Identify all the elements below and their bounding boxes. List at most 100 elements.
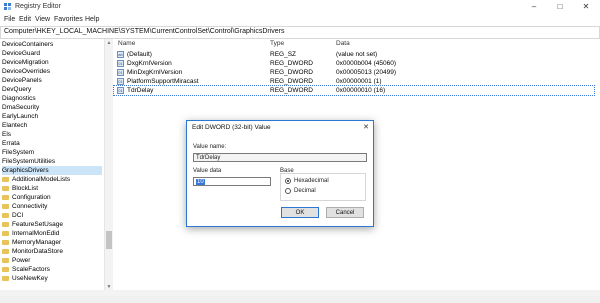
key-tree[interactable]: DeviceContainers DeviceGuard DeviceMigra…: [0, 39, 105, 291]
value-data: 0x00000001 (1): [336, 78, 382, 85]
tree-item-graphicsdrivers[interactable]: GraphicsDrivers: [2, 166, 102, 175]
tree-item[interactable]: DeviceMigration: [2, 58, 49, 67]
minimize-button[interactable]: –: [523, 0, 545, 14]
column-header-type[interactable]: Type: [270, 40, 284, 47]
value-name-field[interactable]: TdrDelay: [193, 153, 367, 162]
dialog-title-bar[interactable]: Edit DWORD (32-bit) Value ✕: [187, 121, 373, 134]
tree-item[interactable]: Els: [2, 130, 11, 139]
value-type: REG_DWORD: [270, 69, 313, 76]
hexadecimal-label[interactable]: Hexadecimal: [294, 178, 329, 184]
value-data-field[interactable]: 10: [193, 177, 271, 186]
value-name-label: Value name:: [193, 144, 227, 150]
tree-child[interactable]: Configuration: [2, 193, 51, 202]
tree-child[interactable]: Power: [2, 256, 30, 265]
tree-item[interactable]: FileSystemUtilities: [2, 157, 55, 166]
tree-child[interactable]: InternalMonEdid: [2, 229, 59, 238]
tree-child-label: FeatureSetUsage: [12, 221, 63, 228]
address-bar[interactable]: Computer\HKEY_LOCAL_MACHINE\SYSTEM\Curre…: [0, 26, 600, 39]
tree-child[interactable]: AdditionalModeLists: [2, 175, 70, 184]
value-data: 0x00005013 (20499): [336, 69, 396, 76]
folder-icon: [2, 194, 9, 200]
column-header-data[interactable]: Data: [336, 40, 350, 47]
tree-item[interactable]: DeviceOverrides: [2, 67, 50, 76]
tree-child-label: DCI: [12, 212, 24, 219]
cancel-button[interactable]: Cancel: [326, 207, 364, 218]
tree-child[interactable]: MemoryManager: [2, 238, 61, 247]
folder-icon: [2, 239, 9, 245]
tree-child[interactable]: FeatureSetUsage: [2, 220, 63, 229]
value-data: 0x0000b004 (45060): [336, 60, 396, 67]
tree-child[interactable]: ScaleFactors: [2, 265, 50, 274]
tree-child-label: AdditionalModeLists: [12, 176, 71, 183]
tree-item[interactable]: DevicePanels: [2, 76, 42, 85]
folder-icon: [2, 203, 9, 209]
folder-icon: [2, 230, 9, 236]
string-value-icon: ab: [117, 51, 124, 58]
tree-item[interactable]: Diagnostics: [2, 94, 36, 103]
dialog-close-icon[interactable]: ✕: [363, 123, 369, 131]
menu-help[interactable]: Help: [85, 16, 99, 23]
tree-item[interactable]: DevQuery: [2, 85, 31, 94]
value-row[interactable]: 01 PlatformSupportMiracast REG_DWORD 0x0…: [114, 77, 594, 86]
binary-value-icon: 01: [117, 60, 124, 67]
value-type: REG_DWORD: [270, 60, 313, 67]
tree-child[interactable]: DCI: [2, 211, 23, 220]
scroll-thumb[interactable]: [106, 231, 112, 249]
status-bar: [0, 296, 600, 303]
tree-child-label: ScaleFactors: [12, 266, 50, 273]
tree-child-label: MemoryManager: [12, 239, 62, 246]
tree-item[interactable]: DeviceGuard: [2, 49, 40, 58]
tree-child[interactable]: BlockList: [2, 184, 38, 193]
folder-icon: [2, 176, 9, 182]
address-path[interactable]: Computer\HKEY_LOCAL_MACHINE\SYSTEM\Curre…: [4, 28, 284, 35]
folder-icon: [2, 185, 9, 191]
value-type: REG_DWORD: [270, 87, 313, 94]
ok-button[interactable]: OK: [281, 207, 319, 218]
tree-child-label: Connectivity: [12, 203, 48, 210]
menu-bar: File Edit View Favorites Help: [0, 14, 600, 25]
tree-child-label: InternalMonEdid: [12, 230, 60, 237]
value-row[interactable]: 01 MinDxgKrnlVersion REG_DWORD 0x0000501…: [114, 68, 594, 77]
decimal-label[interactable]: Decimal: [294, 188, 316, 194]
tree-item[interactable]: Errata: [2, 139, 20, 148]
window-title: Registry Editor: [15, 3, 61, 10]
tree-child[interactable]: Connectivity: [2, 202, 47, 211]
value-name: TdrDelay: [127, 87, 154, 94]
value-row[interactable]: 01 DxgKrnlVersion REG_DWORD 0x0000b004 (…: [114, 59, 594, 68]
folder-icon: [2, 275, 9, 281]
scroll-up-icon[interactable]: ▲: [105, 39, 113, 47]
maximize-button[interactable]: □: [549, 0, 571, 14]
folder-icon: [2, 257, 9, 263]
value-name: DxgKrnlVersion: [127, 60, 172, 67]
value-data: (value not set): [336, 51, 378, 58]
value-row[interactable]: ab (Default) REG_SZ (value not set): [114, 50, 594, 59]
value-data: 0x00000010 (16): [336, 87, 386, 94]
value-type: REG_SZ: [270, 51, 297, 58]
tree-child[interactable]: UseNewKey: [2, 274, 48, 283]
tree-item[interactable]: FileSystem: [2, 148, 34, 157]
menu-file[interactable]: File: [4, 16, 15, 23]
menu-edit[interactable]: Edit: [19, 16, 31, 23]
column-header-name[interactable]: Name: [118, 40, 135, 47]
close-button[interactable]: ✕: [575, 0, 597, 14]
menu-favorites[interactable]: Favorites: [54, 16, 83, 23]
value-name: MinDxgKrnlVersion: [127, 69, 183, 76]
value-data-text: 10: [196, 179, 205, 185]
value-row-selected[interactable]: 01 TdrDelay REG_DWORD 0x00000010 (16): [113, 85, 595, 96]
tree-scrollbar[interactable]: ▲ ▼: [105, 39, 113, 291]
title-bar: Registry Editor – □ ✕: [0, 0, 600, 15]
decimal-radio[interactable]: [285, 188, 291, 194]
registry-editor-icon: [4, 3, 11, 10]
tree-child-label: BlockList: [12, 185, 39, 192]
tree-child-label: UseNewKey: [12, 275, 48, 282]
tree-item[interactable]: Elantech: [2, 121, 27, 130]
tree-child[interactable]: MonitorDataStore: [2, 247, 63, 256]
menu-view[interactable]: View: [35, 16, 50, 23]
tree-item[interactable]: DmaSecurity: [2, 103, 39, 112]
tree-item[interactable]: DeviceContainers: [2, 40, 53, 49]
tree-item[interactable]: EarlyLaunch: [2, 112, 38, 121]
edit-dword-dialog: Edit DWORD (32-bit) Value ✕ Value name: …: [186, 120, 374, 227]
tree-child-label: MonitorDataStore: [12, 248, 63, 255]
tree-child-label: Power: [12, 257, 31, 264]
hexadecimal-radio[interactable]: [285, 178, 291, 184]
